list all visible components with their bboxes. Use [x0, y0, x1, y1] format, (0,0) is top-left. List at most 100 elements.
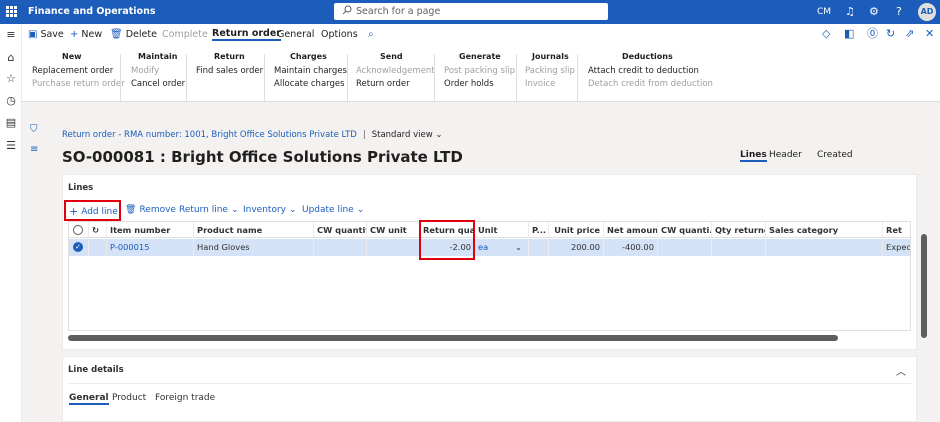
post-packing-slip-button[interactable]: Post packing slip: [444, 66, 515, 76]
cell-qty-returned[interactable]: [712, 239, 766, 256]
chevron-up-icon[interactable]: ︿: [896, 363, 906, 378]
return-line-menu[interactable]: Return line ⌄: [179, 205, 239, 215]
breadcrumb: Return order - RMA number: 1001, Bright …: [62, 130, 443, 140]
cell-product-name[interactable]: Hand Gloves: [194, 239, 314, 256]
list-icon[interactable]: ☰: [5, 140, 17, 152]
col-unit-price[interactable]: Unit price: [549, 222, 604, 238]
gear-icon[interactable]: ⚙: [869, 6, 879, 17]
office-icon[interactable]: ◧: [844, 28, 854, 39]
col-product-name[interactable]: Product name: [194, 222, 314, 238]
line-details-title[interactable]: Line details: [68, 365, 124, 375]
cell-cw-quantity[interactable]: [314, 239, 367, 256]
view-tab-header[interactable]: Header: [769, 150, 802, 160]
help-icon[interactable]: ?: [896, 6, 902, 17]
horizontal-scrollbar[interactable]: [68, 335, 838, 341]
new-button[interactable]: + New: [70, 28, 102, 41]
plus-icon: +: [70, 29, 79, 40]
cell-ret[interactable]: Expect: [883, 239, 910, 256]
tab-options[interactable]: Options: [321, 28, 358, 41]
col-net-amount[interactable]: Net amount: [604, 222, 658, 238]
group-title-return: Return: [214, 52, 245, 61]
select-all-checkbox[interactable]: [69, 222, 89, 238]
trash-icon: 🗑: [110, 29, 123, 40]
view-selector[interactable]: Standard view: [372, 130, 433, 140]
cell-net-amount[interactable]: -400.00: [604, 239, 658, 256]
group-title-journals: Journals: [532, 52, 569, 61]
attach-credit-button[interactable]: Attach credit to deduction: [588, 66, 699, 76]
filter-pane: ⛉ ≡: [22, 102, 48, 422]
company-picker[interactable]: CM: [817, 7, 831, 17]
home-icon[interactable]: ⌂: [5, 52, 17, 64]
cell-unit-price[interactable]: 200.00: [549, 239, 604, 256]
col-ret[interactable]: Ret: [883, 222, 910, 238]
send-return-order-button[interactable]: Return order: [356, 79, 410, 89]
view-tab-lines[interactable]: Lines: [740, 150, 767, 162]
app-launcher-icon[interactable]: [6, 6, 17, 17]
remove-button[interactable]: 🗑 Remove: [125, 205, 176, 215]
refresh-icon[interactable]: ↻: [89, 222, 107, 238]
col-sales-category[interactable]: Sales category: [766, 222, 883, 238]
hamburger-icon[interactable]: ≡: [5, 29, 17, 41]
col-cw-quantity[interactable]: CW quantity: [314, 222, 367, 238]
avatar[interactable]: AD: [918, 3, 936, 21]
tab-return-order[interactable]: Return order: [212, 28, 281, 41]
cell-p[interactable]: [529, 239, 549, 256]
tab-general[interactable]: General: [69, 393, 109, 405]
find-sales-order-button[interactable]: Find sales order: [196, 66, 263, 76]
order-holds-button[interactable]: Order holds: [444, 79, 494, 89]
attachments-icon[interactable]: ⓪: [867, 28, 878, 39]
col-p[interactable]: P...: [529, 222, 549, 238]
star-icon[interactable]: ☆: [5, 73, 17, 85]
cancel-order-button[interactable]: Cancel order: [131, 79, 185, 89]
tab-foreign-trade[interactable]: Foreign trade: [155, 393, 215, 403]
inventory-menu[interactable]: Inventory ⌄: [243, 205, 297, 215]
invoice-journal-button[interactable]: Invoice: [525, 79, 555, 89]
vertical-scrollbar[interactable]: [921, 234, 927, 338]
update-line-menu[interactable]: Update line ⌄: [302, 205, 364, 215]
close-icon[interactable]: ✕: [925, 28, 934, 39]
page-title: SO-000081 : Bright Office Solutions Priv…: [62, 148, 463, 166]
action-search-icon[interactable]: ⌕: [368, 28, 377, 41]
cell-sales-category[interactable]: [766, 239, 883, 256]
notification-icon[interactable]: ♫: [845, 6, 855, 17]
delete-button[interactable]: 🗑 Delete: [110, 28, 157, 41]
purchase-return-order-button[interactable]: Purchase return order: [32, 79, 125, 89]
open-new-window-icon[interactable]: ⇗: [905, 28, 914, 39]
group-title-deductions: Deductions: [622, 52, 673, 61]
tab-general[interactable]: General: [277, 28, 314, 41]
modify-button[interactable]: Modify: [131, 66, 159, 76]
chevron-down-icon[interactable]: ⌄: [515, 239, 522, 256]
col-cw-unit[interactable]: CW unit: [367, 222, 420, 238]
refresh-icon[interactable]: ↻: [886, 28, 895, 39]
allocate-charges-button[interactable]: Allocate charges: [274, 79, 345, 89]
row-checkbox[interactable]: ✓: [69, 239, 89, 256]
col-qty-returned[interactable]: Qty returned: [712, 222, 766, 238]
chevron-down-icon[interactable]: ⌄: [433, 130, 442, 140]
filter-icon[interactable]: ⛉: [30, 124, 38, 135]
search-box[interactable]: Search for a page: [334, 3, 608, 20]
cell-unit[interactable]: ea ⌄: [475, 239, 529, 256]
table-row[interactable]: ✓ P-000015 Hand Gloves -2.00 ea ⌄ 200.00 …: [69, 239, 910, 256]
clock-icon[interactable]: ◷: [5, 95, 17, 107]
view-tab-created[interactable]: Created: [817, 150, 853, 160]
col-cw-quantity-2[interactable]: CW quanti...: [658, 222, 712, 238]
cell-item-number[interactable]: P-000015: [107, 239, 194, 256]
divider: [68, 383, 911, 384]
cell-cw-quantity-2[interactable]: [658, 239, 712, 256]
save-button[interactable]: ▣ Save: [28, 28, 64, 41]
workspace-icon[interactable]: ▤: [5, 117, 17, 129]
replacement-order-button[interactable]: Replacement order: [32, 66, 113, 76]
list-view-icon[interactable]: ≡: [30, 144, 38, 155]
packing-slip-journal-button[interactable]: Packing slip: [525, 66, 575, 76]
complete-button[interactable]: Complete: [162, 28, 208, 41]
app-name[interactable]: Finance and Operations: [28, 6, 156, 17]
col-item-number[interactable]: Item number: [107, 222, 194, 238]
maintain-charges-button[interactable]: Maintain charges: [274, 66, 347, 76]
connections-icon[interactable]: ◇: [822, 28, 830, 39]
acknowledgement-button[interactable]: Acknowledgement: [356, 66, 435, 76]
breadcrumb-link[interactable]: Return order - RMA number: 1001, Bright …: [62, 130, 357, 140]
detach-credit-button[interactable]: Detach credit from deduction: [588, 79, 713, 89]
cell-cw-unit[interactable]: [367, 239, 420, 256]
tab-product[interactable]: Product: [112, 393, 146, 403]
col-unit[interactable]: Unit: [475, 222, 529, 238]
